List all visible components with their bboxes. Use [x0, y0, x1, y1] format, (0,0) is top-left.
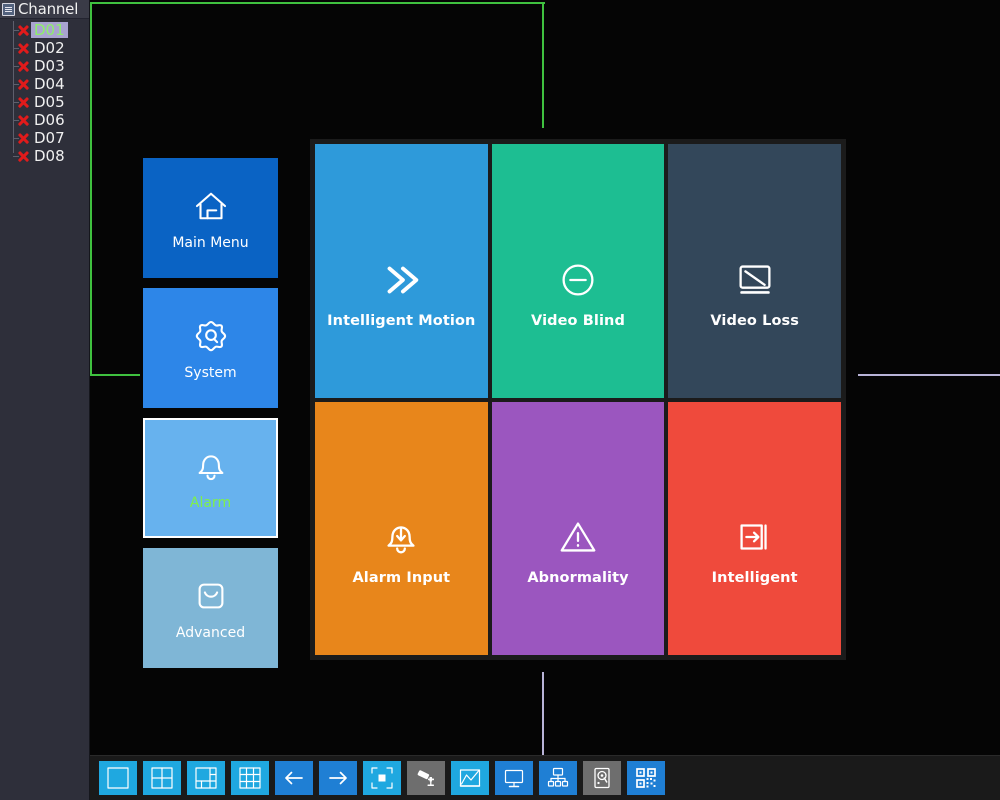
overlay-line-top — [90, 2, 545, 4]
channel-panel: Channel D01 D02 D03 D04 D05 D06 D07 D08 — [0, 0, 90, 800]
qr-code-icon — [633, 766, 659, 790]
qr-code-button[interactable] — [627, 761, 665, 795]
channel-label: D04 — [34, 75, 65, 93]
hard-disk-icon — [589, 766, 615, 790]
menu-button-label: System — [184, 365, 237, 381]
arrow-into-panel-icon — [732, 514, 778, 560]
menu-column: Main Menu System Alarm Advanced — [143, 158, 278, 678]
tile-label: Video Blind — [531, 312, 625, 329]
double-chevron-right-icon — [378, 257, 424, 303]
channel-label: D07 — [34, 129, 65, 147]
red-x-icon[interactable] — [16, 131, 31, 146]
red-x-icon[interactable] — [16, 59, 31, 74]
layout-4-button[interactable] — [143, 761, 181, 795]
gear-icon — [190, 315, 232, 357]
nvr-live-view-screen: Channel D01 D02 D03 D04 D05 D06 D07 D08 Main Me… — [0, 0, 1000, 800]
red-x-icon[interactable] — [16, 77, 31, 92]
red-x-icon[interactable] — [16, 113, 31, 128]
channel-list-item[interactable]: D04 — [0, 75, 89, 93]
menu-button-advanced[interactable]: Advanced — [143, 548, 278, 668]
home-icon — [190, 185, 232, 227]
layout-1-button[interactable] — [99, 761, 137, 795]
tile-video-loss[interactable]: Video Loss — [668, 144, 841, 398]
network-tree-icon — [545, 766, 571, 790]
box-smile-icon — [190, 575, 232, 617]
tile-abnormality[interactable]: Abnormality — [491, 401, 665, 655]
channel-label: D02 — [34, 39, 65, 57]
bottom-toolbar — [90, 755, 1000, 800]
channel-panel-title: Channel — [18, 0, 79, 18]
focus-frame-icon — [369, 766, 395, 790]
channel-list: D01 D02 D03 D04 D05 D06 D07 D08 — [0, 19, 89, 165]
menu-button-alarm[interactable]: Alarm — [143, 418, 278, 538]
picture-chart-icon — [457, 766, 483, 790]
single-pane-icon — [105, 766, 131, 790]
tile-video-blind[interactable]: Video Blind — [491, 144, 665, 398]
menu-button-label: Advanced — [175, 625, 246, 641]
tile-intelligent-motion[interactable]: Intelligent Motion — [315, 144, 488, 398]
tile-label: Abnormality — [527, 570, 629, 587]
red-x-icon[interactable] — [16, 149, 31, 164]
layout-6-button[interactable] — [187, 761, 225, 795]
overlay-line-horizontal-mid — [90, 374, 140, 376]
ptz-camera-button — [407, 761, 445, 795]
channel-list-item[interactable]: D02 — [0, 39, 89, 57]
overlay-line-left — [90, 2, 92, 376]
tile-label: Video Loss — [710, 312, 799, 329]
channel-label: D05 — [34, 93, 65, 111]
overlay-line-vertical-lower — [542, 672, 544, 756]
menu-button-label: Alarm — [189, 495, 232, 511]
channel-list-item[interactable]: D06 — [0, 111, 89, 129]
channel-list-item[interactable]: D05 — [0, 93, 89, 111]
nine-pane-icon — [237, 766, 263, 790]
channel-list-item[interactable]: D07 — [0, 129, 89, 147]
channel-list-item[interactable]: D08 — [0, 147, 89, 165]
next-page-button[interactable] — [319, 761, 357, 795]
channel-list-item[interactable]: D01 — [0, 21, 89, 39]
channel-label: D08 — [34, 147, 65, 165]
tile-intelligent[interactable]: Intelligent — [668, 401, 841, 655]
warning-triangle-icon — [555, 514, 601, 560]
channel-label: D01 — [31, 22, 68, 38]
red-x-icon[interactable] — [16, 41, 31, 56]
layout-9-button[interactable] — [231, 761, 269, 795]
previous-page-button[interactable] — [275, 761, 313, 795]
tile-label: Intelligent — [711, 570, 798, 587]
bell-arrow-down-icon — [378, 514, 424, 560]
arrow-right-icon — [325, 766, 351, 790]
menu-button-system[interactable]: System — [143, 288, 278, 408]
alarm-tile-grid: Intelligent Motion Video Blind Video Loss A… — [310, 139, 846, 660]
tile-label: Alarm Input — [352, 570, 451, 587]
channel-label: D03 — [34, 57, 65, 75]
red-x-icon[interactable] — [16, 23, 31, 38]
bell-icon — [190, 445, 232, 487]
zoom-region-button[interactable] — [363, 761, 401, 795]
channel-panel-header: Channel — [0, 0, 89, 19]
camera-icon — [413, 766, 439, 790]
arrow-left-icon — [281, 766, 307, 790]
overlay-line-vertical-mid — [542, 2, 544, 128]
list-document-icon — [2, 2, 15, 16]
hdd-manage-button — [583, 761, 621, 795]
quad-pane-icon — [149, 766, 175, 790]
menu-button-label: Main Menu — [172, 235, 249, 251]
monitor-slash-icon — [732, 257, 778, 303]
channel-label: D06 — [34, 111, 65, 129]
minus-circle-icon — [555, 257, 601, 303]
channel-list-item[interactable]: D03 — [0, 57, 89, 75]
display-button[interactable] — [495, 761, 533, 795]
six-pane-icon — [193, 766, 219, 790]
network-button[interactable] — [539, 761, 577, 795]
menu-button-main-menu[interactable]: Main Menu — [143, 158, 278, 278]
tile-label: Intelligent Motion — [327, 312, 476, 329]
monitor-icon — [501, 766, 527, 790]
image-color-button[interactable] — [451, 761, 489, 795]
tile-alarm-input[interactable]: Alarm Input — [315, 401, 488, 655]
red-x-icon[interactable] — [16, 95, 31, 110]
overlay-line-right — [858, 374, 1000, 376]
